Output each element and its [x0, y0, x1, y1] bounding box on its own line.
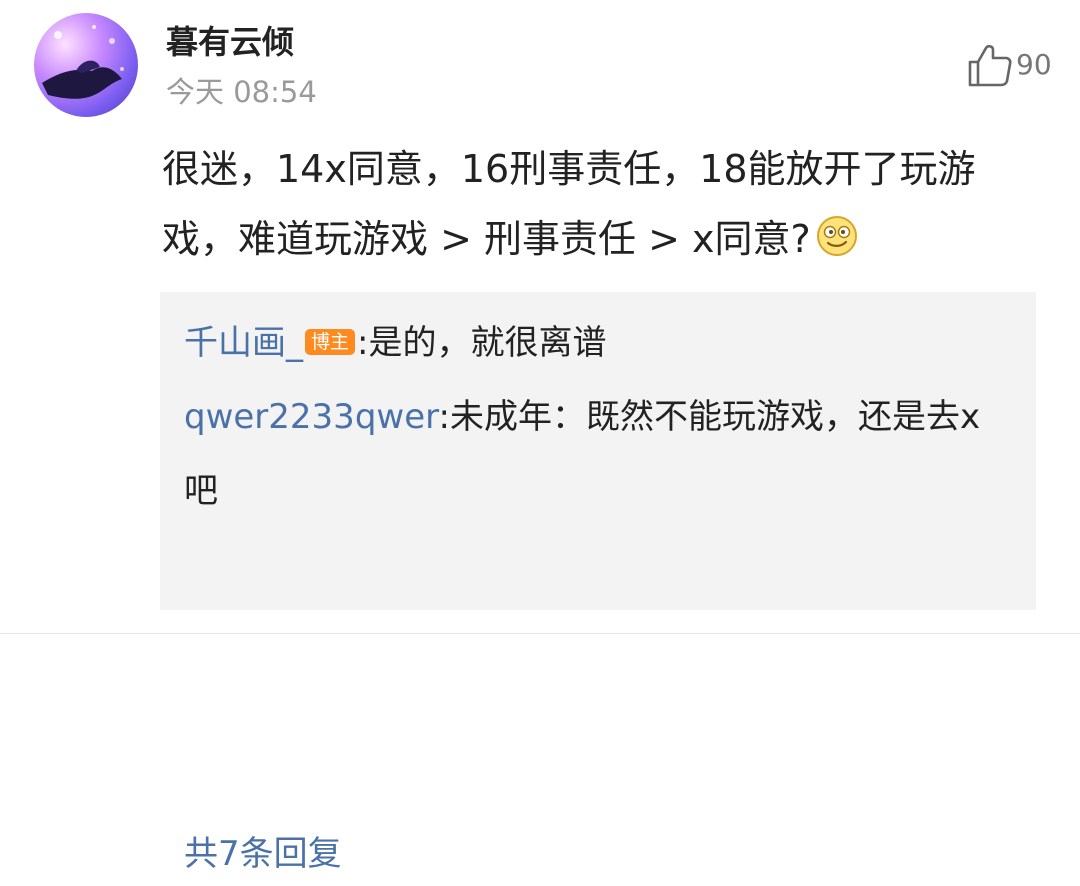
more-replies-link[interactable]: 共7条回复: [184, 822, 342, 886]
reply-section: 千山画_ 博主:是的，就很离谱 qwer2233qwer:未成年：既然不能玩游戏，…: [160, 292, 1036, 874]
like-count: 90: [1016, 48, 1052, 81]
reply-item[interactable]: qwer2233qwer:未成年：既然不能玩游戏，还是去x吧: [184, 380, 1004, 528]
smirk-emoji-icon: [816, 216, 857, 256]
avatar[interactable]: [34, 13, 138, 117]
username[interactable]: 暮有云倾: [166, 20, 294, 64]
timestamp: 今天 08:54: [166, 75, 317, 109]
reply-author[interactable]: 千山画_: [184, 323, 303, 363]
reply-item[interactable]: 千山画_ 博主:是的，就很离谱: [184, 306, 1004, 380]
divider: [0, 633, 1080, 634]
reply-text: :是的，就很离谱: [357, 323, 607, 363]
like-button[interactable]: 90: [966, 40, 1052, 90]
thumbs-up-icon: [968, 44, 1012, 87]
reply-author[interactable]: qwer2233qwer: [184, 397, 439, 437]
comment-text: 很迷，14x同意，16刑事责任，18能放开了玩游戏，难道玩游戏 > 刑事责任 >…: [162, 134, 1042, 274]
author-badge: 博主: [305, 329, 356, 355]
